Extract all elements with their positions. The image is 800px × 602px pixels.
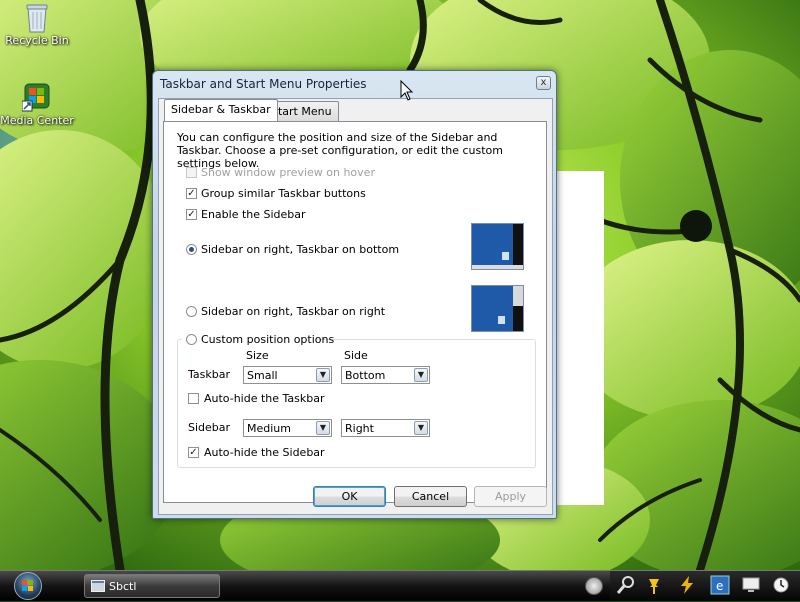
show-preview-checkbox[interactable]: [186, 167, 197, 178]
enable-sidebar-checkbox[interactable]: ✓: [186, 209, 197, 220]
dialog-title: Taskbar and Start Menu Properties: [160, 77, 367, 91]
group-buttons-checkbox[interactable]: ✓: [186, 188, 197, 199]
cancel-button[interactable]: Cancel: [394, 486, 467, 507]
pushpin-icon[interactable]: [645, 575, 665, 595]
autohide-taskbar-label: Auto-hide the Taskbar: [204, 392, 325, 405]
preview-right-right-image: [471, 285, 524, 332]
sidebar-row-label: Sidebar: [188, 421, 231, 434]
tab-label: Sidebar & Taskbar: [171, 103, 271, 116]
ie-icon[interactable]: e: [710, 575, 730, 595]
lightning-icon[interactable]: [677, 575, 697, 595]
checkmark-icon: ✓: [187, 209, 196, 220]
taskbar-size-value: Small: [247, 369, 278, 382]
show-preview-label: Show window preview on hover: [201, 166, 375, 179]
tab-panel: You can configure the position and size …: [163, 121, 547, 503]
taskbar-side-select[interactable]: Bottom ▼: [341, 366, 430, 384]
sidebar-size-select[interactable]: Medium ▼: [243, 419, 332, 437]
preview-right-bottom-image: [471, 223, 524, 270]
show-hidden-icons-button[interactable]: [585, 577, 603, 595]
mouse-cursor-icon: [400, 80, 414, 101]
taskbar-button-label: Sbctl: [109, 580, 137, 593]
magnifier-icon[interactable]: [616, 575, 636, 595]
window-icon: [91, 580, 105, 592]
media-center-icon: [21, 82, 52, 112]
recycle-bin-label: Recycle Bin: [5, 34, 69, 47]
chevron-down-icon: ▼: [316, 421, 330, 435]
chevron-down-icon: ▼: [414, 421, 428, 435]
taskbar-row-label: Taskbar: [188, 368, 230, 381]
radio-sidebar-right-taskbar-right[interactable]: [186, 306, 197, 317]
taskbar-properties-dialog: Taskbar and Start Menu Properties x Side…: [152, 70, 557, 519]
enable-sidebar-label: Enable the Sidebar: [201, 208, 306, 221]
media-center-label: Media Center: [0, 114, 74, 127]
checkmark-icon: ✓: [187, 188, 196, 199]
dialog-client-area: Sidebar & Taskbar Start Menu You can con…: [158, 98, 553, 515]
close-icon: x: [540, 77, 547, 88]
recycle-bin-icon: [22, 2, 52, 33]
autohide-taskbar-checkbox[interactable]: [188, 393, 199, 404]
chevron-down-icon: ▼: [414, 368, 428, 382]
sidebar-side-select[interactable]: Right ▼: [341, 419, 430, 437]
sidebar-side-value: Right: [345, 422, 374, 435]
svg-text:e: e: [716, 579, 723, 593]
desktop-icon-media-center[interactable]: Media Center: [0, 82, 77, 127]
autohide-sidebar-label: Auto-hide the Sidebar: [204, 446, 325, 459]
checkmark-icon: ✓: [189, 447, 198, 458]
monitor-icon[interactable]: [741, 575, 761, 595]
tab-label: Start Menu: [271, 105, 332, 118]
clock-icon[interactable]: [771, 575, 791, 595]
taskbar: Sbctl e: [0, 570, 800, 601]
taskbar-button-sbctl[interactable]: Sbctl: [84, 574, 220, 598]
windows-logo-icon: [22, 580, 33, 591]
desktop-icon-recycle-bin[interactable]: Recycle Bin: [0, 2, 77, 47]
radio-custom-position[interactable]: [186, 334, 197, 345]
size-column-header: Size: [246, 349, 269, 362]
taskbar-size-select[interactable]: Small ▼: [243, 366, 332, 384]
taskbar-side-value: Bottom: [345, 369, 386, 382]
close-button[interactable]: x: [536, 76, 551, 90]
apply-button[interactable]: Apply: [474, 486, 547, 507]
side-column-header: Side: [344, 349, 368, 362]
radio-sidebar-right-taskbar-bottom[interactable]: [186, 244, 197, 255]
radio-right-bottom-label: Sidebar on right, Taskbar on bottom: [201, 243, 400, 256]
tab-sidebar-taskbar[interactable]: Sidebar & Taskbar: [164, 99, 278, 121]
radio-right-right-label: Sidebar on right, Taskbar on right: [201, 305, 386, 318]
group-buttons-label: Group similar Taskbar buttons: [201, 187, 366, 200]
intro-text: You can configure the position and size …: [177, 131, 504, 170]
sidebar-size-value: Medium: [247, 422, 291, 435]
ok-button[interactable]: OK: [313, 486, 386, 507]
autohide-sidebar-checkbox[interactable]: ✓: [188, 447, 199, 458]
radio-custom-label: Custom position options: [201, 333, 335, 346]
start-button[interactable]: [14, 572, 42, 600]
chevron-down-icon: ▼: [316, 368, 330, 382]
